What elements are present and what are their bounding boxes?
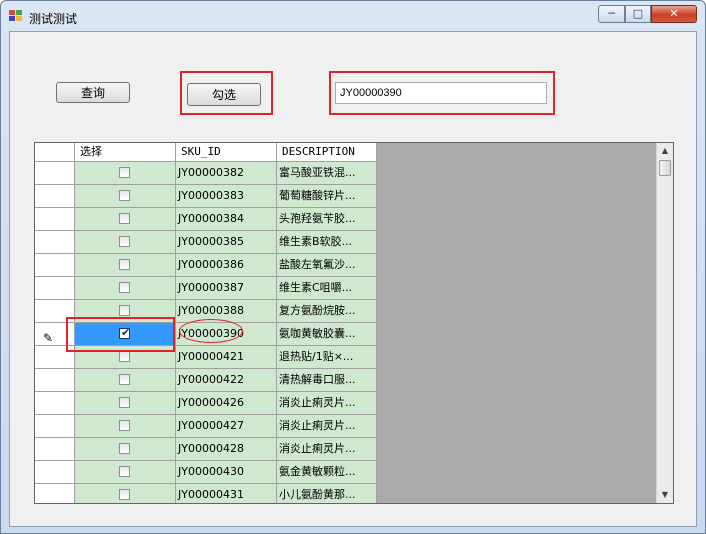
select-cell[interactable] [75, 369, 176, 392]
sku-id-cell[interactable]: JY00000430 [176, 461, 277, 484]
description-cell[interactable]: 氨金黄敏颗粒... [277, 461, 377, 484]
checkbox[interactable] [119, 305, 130, 316]
select-cell[interactable] [75, 415, 176, 438]
sku-id-cell[interactable]: JY00000428 [176, 438, 277, 461]
sku-id-cell[interactable]: JY00000427 [176, 415, 277, 438]
description-cell[interactable]: 富马酸亚铁混... [277, 162, 377, 185]
row-header[interactable] [35, 231, 75, 254]
row-header[interactable] [35, 461, 75, 484]
select-cell[interactable] [75, 277, 176, 300]
checkbox[interactable] [119, 167, 130, 178]
checkbox[interactable] [119, 443, 130, 454]
table-row[interactable]: JY00000427 消炎止痢灵片... [35, 415, 377, 438]
description-cell[interactable]: 消炎止痢灵片... [277, 415, 377, 438]
sku-id-cell[interactable]: JY00000387 [176, 277, 277, 300]
checkbox[interactable] [119, 466, 130, 477]
app-icon [9, 10, 23, 22]
description-cell[interactable]: 盐酸左氧氟沙... [277, 254, 377, 277]
checkbox[interactable] [119, 190, 130, 201]
query-button[interactable]: 查询 [56, 82, 130, 103]
sku-id-cell[interactable]: JY00000385 [176, 231, 277, 254]
close-button[interactable]: ✕ [651, 5, 697, 23]
sku-id-cell[interactable]: JY00000421 [176, 346, 277, 369]
table-row[interactable]: JY00000431 小儿氨酚黄那... [35, 484, 377, 503]
checkbox[interactable] [119, 374, 130, 385]
description-cell[interactable]: 退热贴/1贴×... [277, 346, 377, 369]
window-title: 测试测试 [29, 12, 78, 26]
table-row[interactable]: JY00000385 维生素B软胶... [35, 231, 377, 254]
description-cell[interactable]: 葡萄糖酸锌片... [277, 185, 377, 208]
row-header[interactable] [35, 277, 75, 300]
minimize-button[interactable]: ─ [598, 5, 625, 23]
table-row[interactable]: JY00000387 维生素C咀嚼... [35, 277, 377, 300]
checkbox[interactable] [119, 420, 130, 431]
row-header[interactable] [35, 185, 75, 208]
sku-id-cell[interactable]: JY00000426 [176, 392, 277, 415]
checkbox[interactable] [119, 236, 130, 247]
annotation-ellipse-sku [179, 319, 243, 343]
checkbox[interactable] [119, 397, 130, 408]
select-cell[interactable] [75, 254, 176, 277]
description-cell[interactable]: 头孢羟氨苄胶... [277, 208, 377, 231]
check-button[interactable]: 勾选 [187, 83, 261, 106]
checkbox[interactable] [119, 259, 130, 270]
checkbox[interactable] [119, 282, 130, 293]
select-cell[interactable] [75, 208, 176, 231]
select-cell[interactable] [75, 461, 176, 484]
table-row[interactable]: JY00000386 盐酸左氧氟沙... [35, 254, 377, 277]
edit-pencil-icon: ✎ [43, 331, 54, 345]
table-row[interactable]: JY00000430 氨金黄敏颗粒... [35, 461, 377, 484]
checkbox[interactable] [119, 213, 130, 224]
row-header[interactable] [35, 438, 75, 461]
table-row[interactable]: JY00000383 葡萄糖酸锌片... [35, 185, 377, 208]
table-row[interactable]: JY00000426 消炎止痢灵片... [35, 392, 377, 415]
row-header[interactable] [35, 162, 75, 185]
description-cell[interactable]: 清热解毒口服... [277, 369, 377, 392]
row-header[interactable] [35, 415, 75, 438]
sku-id-cell[interactable]: JY00000384 [176, 208, 277, 231]
sku-id-cell[interactable]: JY00000383 [176, 185, 277, 208]
column-header-description[interactable]: DESCRIPTION [277, 143, 377, 162]
row-header[interactable] [35, 254, 75, 277]
scroll-thumb[interactable] [659, 160, 671, 176]
maximize-button[interactable]: □ [625, 5, 651, 23]
grid-corner-header [35, 143, 75, 162]
scroll-down-arrow-icon[interactable]: ▼ [657, 487, 673, 503]
row-header[interactable] [35, 484, 75, 503]
table-row[interactable]: JY00000428 消炎止痢灵片... [35, 438, 377, 461]
sku-id-cell[interactable]: JY00000431 [176, 484, 277, 503]
description-cell[interactable]: 氨咖黄敏胶囊... [277, 323, 377, 346]
select-cell[interactable] [75, 392, 176, 415]
row-header[interactable] [35, 208, 75, 231]
description-cell[interactable]: 小儿氨酚黄那... [277, 484, 377, 503]
description-cell[interactable]: 消炎止痢灵片... [277, 392, 377, 415]
checkbox[interactable] [119, 351, 130, 362]
select-cell[interactable] [75, 484, 176, 503]
column-header-sku-id[interactable]: SKU_ID [176, 143, 277, 162]
checkbox[interactable] [119, 489, 130, 500]
sku-id-cell[interactable]: JY00000382 [176, 162, 277, 185]
table-row[interactable]: JY00000384 头孢羟氨苄胶... [35, 208, 377, 231]
description-cell[interactable]: 消炎止痢灵片... [277, 438, 377, 461]
select-cell[interactable] [75, 162, 176, 185]
select-cell[interactable] [75, 438, 176, 461]
row-header[interactable] [35, 392, 75, 415]
select-cell[interactable] [75, 231, 176, 254]
description-cell[interactable]: 维生素B软胶... [277, 231, 377, 254]
select-cell[interactable] [75, 185, 176, 208]
description-cell[interactable]: 复方氨酚烷胺... [277, 300, 377, 323]
table-row[interactable]: JY00000422 清热解毒口服... [35, 369, 377, 392]
table-row[interactable]: JY00000382 富马酸亚铁混... [35, 162, 377, 185]
sku-input[interactable] [335, 82, 547, 104]
annotation-box-checked-cell [66, 317, 175, 352]
grid-vertical-scrollbar[interactable]: ▲ ▼ [656, 143, 673, 503]
title-bar[interactable]: 测试测试 ─ □ ✕ [1, 1, 705, 31]
row-header[interactable] [35, 369, 75, 392]
app-window: 测试测试 ─ □ ✕ 查询 勾选 选择 SKU_ID DESCRIPTION J… [0, 0, 706, 534]
description-cell[interactable]: 维生素C咀嚼... [277, 277, 377, 300]
column-header-select[interactable]: 选择 [75, 143, 176, 162]
scroll-up-arrow-icon[interactable]: ▲ [657, 143, 673, 159]
sku-id-cell[interactable]: JY00000422 [176, 369, 277, 392]
sku-id-cell[interactable]: JY00000386 [176, 254, 277, 277]
